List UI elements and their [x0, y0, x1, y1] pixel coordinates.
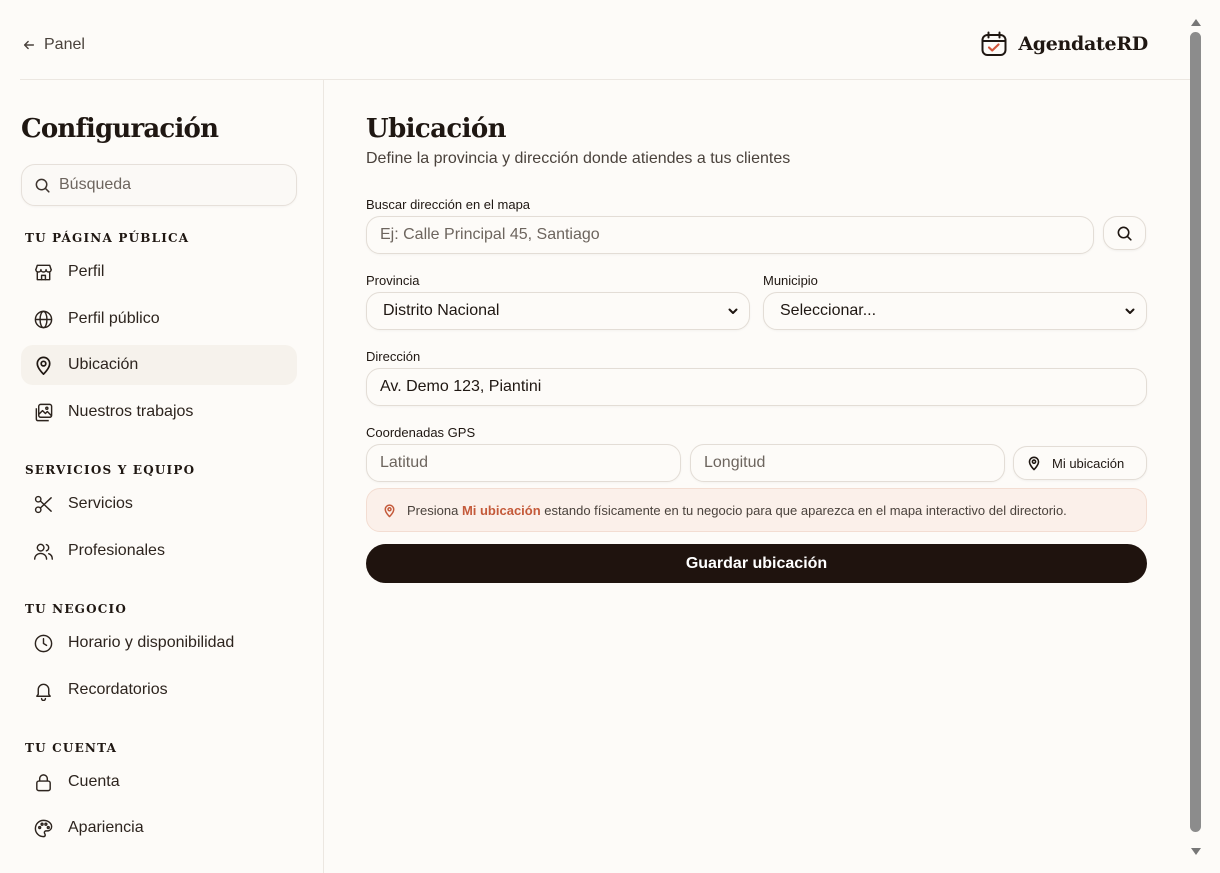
scroll-down-arrow-icon[interactable]: [1191, 848, 1201, 855]
municipality-select[interactable]: Seleccionar...: [763, 292, 1147, 330]
notice-suffix: estando físicamente en tu negocio para q…: [544, 502, 1067, 518]
province-label: Provincia: [366, 273, 420, 288]
sidebar-item-label: Profesionales: [68, 542, 165, 559]
page-scrollbar[interactable]: [1189, 14, 1203, 860]
top-bar: Panel AgendateRD: [20, 0, 1190, 80]
sidebar-item-label: Perfil público: [68, 310, 160, 327]
municipality-selected-value: Seleccionar...: [780, 302, 877, 319]
brand-logo[interactable]: AgendateRD: [980, 30, 1148, 58]
sidebar-item-label: Horario y disponibilidad: [68, 634, 235, 651]
palette-icon: [34, 819, 53, 837]
municipality-label: Municipio: [763, 273, 818, 288]
province-select[interactable]: Distrito Nacional: [366, 292, 750, 330]
settings-sidebar: Configuración Tu página pública Perfil P…: [20, 80, 324, 873]
sidebar-item-our-work[interactable]: Nuestros trabajos: [21, 392, 297, 432]
notice-highlight: Mi ubicación: [461, 502, 541, 518]
address-input[interactable]: [380, 378, 1133, 396]
bell-icon: [36, 683, 51, 701]
back-to-panel-link[interactable]: Panel: [22, 36, 85, 54]
sidebar-item-professionals[interactable]: Profesionales: [21, 531, 297, 571]
sidebar-item-label: Nuestros trabajos: [68, 403, 194, 420]
map-pin-icon: [1028, 456, 1040, 471]
sidebar-title: Configuración: [21, 114, 219, 144]
map-pin-icon: [36, 356, 51, 375]
sidebar-search-input[interactable]: [59, 176, 279, 194]
latitude-field[interactable]: [366, 444, 681, 482]
sidebar-item-profile[interactable]: Perfil: [21, 252, 297, 292]
globe-icon: [34, 310, 53, 328]
my-location-label: Mi ubicación: [1052, 455, 1125, 471]
map-search-button[interactable]: [1103, 216, 1146, 250]
sidebar-item-appearance[interactable]: Apariencia: [21, 808, 297, 848]
lock-icon: [36, 773, 51, 791]
map-pin-icon: [384, 503, 395, 517]
map-search-input[interactable]: [380, 226, 1080, 244]
longitude-field[interactable]: [690, 444, 1005, 482]
sidebar-item-public-profile[interactable]: Perfil público: [21, 299, 297, 339]
arrow-left-icon: [23, 40, 35, 50]
section-label-business: Tu negocio: [25, 602, 128, 616]
sidebar-item-label: Ubicación: [68, 356, 139, 373]
back-link-label: Panel: [44, 36, 85, 53]
search-icon: [35, 178, 50, 193]
clock-icon: [34, 634, 53, 652]
gps-label: Coordenadas GPS: [366, 425, 476, 440]
longitude-input[interactable]: [704, 454, 991, 472]
province-selected-value: Distrito Nacional: [383, 302, 500, 319]
page-subtitle: Define la provincia y dirección donde at…: [366, 150, 791, 167]
gallery-icon: [35, 403, 53, 421]
scroll-up-arrow-icon[interactable]: [1191, 19, 1201, 26]
brand-name: AgendateRD: [1018, 33, 1148, 55]
notice-prefix: Presiona: [407, 502, 459, 518]
address-label: Dirección: [366, 349, 421, 364]
sidebar-item-services[interactable]: Servicios: [21, 484, 297, 524]
section-label-account: Tu cuenta: [25, 741, 118, 755]
sidebar-item-account[interactable]: Cuenta: [21, 762, 297, 802]
chevron-down-icon: [728, 308, 738, 314]
my-location-button[interactable]: Mi ubicación: [1013, 446, 1147, 480]
sidebar-item-label: Apariencia: [68, 819, 144, 836]
gps-hint-notice: Presiona Mi ubicación estando físicament…: [366, 488, 1147, 532]
sidebar-search[interactable]: [21, 164, 297, 206]
search-icon: [1117, 226, 1132, 241]
sidebar-item-schedule[interactable]: Horario y disponibilidad: [21, 623, 297, 663]
scrollbar-thumb[interactable]: [1190, 32, 1201, 832]
sidebar-item-label: Perfil: [68, 263, 105, 280]
address-field[interactable]: [366, 368, 1147, 406]
map-search-label: Buscar dirección en el mapa: [366, 197, 531, 212]
section-label-public-page: Tu página pública: [25, 231, 190, 245]
save-location-button[interactable]: Guardar ubicación: [366, 544, 1147, 583]
store-icon: [35, 264, 52, 280]
map-search-field[interactable]: [366, 216, 1094, 254]
sidebar-item-location[interactable]: Ubicación: [21, 345, 297, 385]
sidebar-item-reminders[interactable]: Recordatorios: [21, 670, 297, 710]
chevron-down-icon: [1125, 308, 1135, 314]
calendar-check-icon: [981, 31, 1007, 56]
users-icon: [34, 543, 53, 560]
notice-text: Presiona Mi ubicación estando físicament…: [407, 503, 1067, 518]
sidebar-item-label: Servicios: [68, 495, 133, 512]
latitude-input[interactable]: [380, 454, 667, 472]
section-label-services-team: Servicios y equipo: [25, 463, 196, 477]
sidebar-item-label: Recordatorios: [68, 681, 168, 698]
page-title: Ubicación: [366, 114, 507, 144]
scissors-icon: [34, 495, 52, 513]
sidebar-item-label: Cuenta: [68, 773, 120, 790]
